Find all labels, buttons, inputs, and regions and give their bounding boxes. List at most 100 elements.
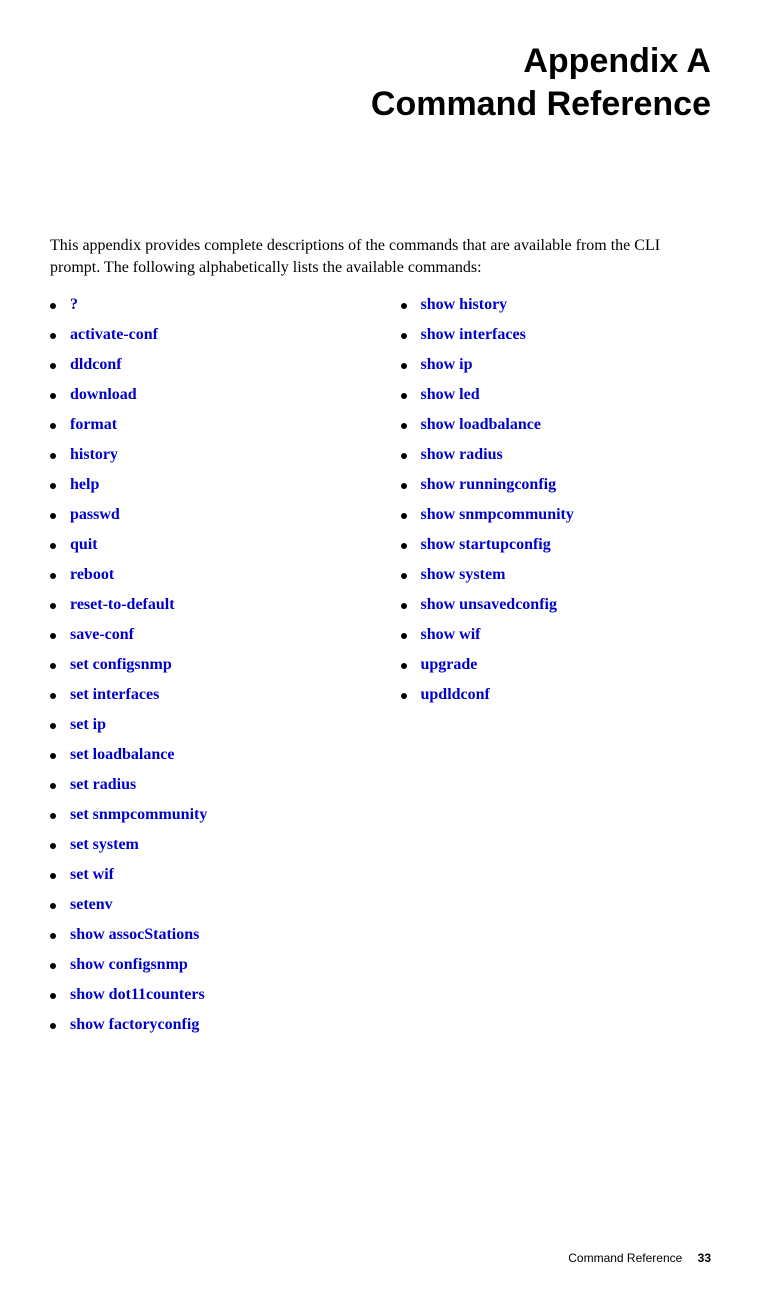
bullet-icon — [401, 633, 407, 639]
command-link[interactable]: set configsnmp — [70, 656, 172, 674]
list-item: set loadbalance — [50, 746, 361, 764]
command-link[interactable]: format — [70, 416, 117, 434]
command-link[interactable]: help — [70, 476, 99, 494]
bullet-icon — [401, 453, 407, 459]
bullet-icon — [401, 333, 407, 339]
list-item: activate-conf — [50, 326, 361, 344]
command-list-left: ? activate-conf dldconf download format histo… — [50, 296, 361, 1046]
command-link[interactable]: show ip — [421, 356, 473, 374]
command-link[interactable]: show startupconfig — [421, 536, 551, 554]
bullet-icon — [401, 543, 407, 549]
bullet-icon — [50, 513, 56, 519]
bullet-icon — [50, 573, 56, 579]
command-link[interactable]: show dot11counters — [70, 986, 205, 1004]
bullet-icon — [50, 753, 56, 759]
bullet-icon — [50, 783, 56, 789]
command-link[interactable]: upgrade — [421, 656, 478, 674]
command-link[interactable]: set radius — [70, 776, 136, 794]
list-item: download — [50, 386, 361, 404]
page-title: Appendix A Command Reference — [50, 40, 711, 125]
command-link[interactable]: set system — [70, 836, 139, 854]
command-link[interactable]: passwd — [70, 506, 120, 524]
command-link[interactable]: updldconf — [421, 686, 490, 704]
bullet-icon — [50, 933, 56, 939]
bullet-icon — [401, 603, 407, 609]
command-link[interactable]: show interfaces — [421, 326, 526, 344]
command-link[interactable]: activate-conf — [70, 326, 158, 344]
list-item: set configsnmp — [50, 656, 361, 674]
command-link[interactable]: show loadbalance — [421, 416, 541, 434]
list-item: show system — [401, 566, 712, 584]
footer-page-number: 33 — [698, 1251, 711, 1265]
command-link[interactable]: ? — [70, 296, 78, 314]
command-link[interactable]: show configsnmp — [70, 956, 188, 974]
bullet-icon — [401, 663, 407, 669]
command-link[interactable]: show radius — [421, 446, 503, 464]
bullet-icon — [50, 903, 56, 909]
list-item: show factoryconfig — [50, 1016, 361, 1034]
command-link[interactable]: show wif — [421, 626, 481, 644]
list-item: passwd — [50, 506, 361, 524]
command-link[interactable]: show factoryconfig — [70, 1016, 199, 1034]
command-link[interactable]: reset-to-default — [70, 596, 175, 614]
command-link[interactable]: show system — [421, 566, 506, 584]
bullet-icon — [50, 543, 56, 549]
bullet-icon — [50, 633, 56, 639]
command-link[interactable]: set snmpcommunity — [70, 806, 207, 824]
list-item: reset-to-default — [50, 596, 361, 614]
list-item: help — [50, 476, 361, 494]
intro-paragraph: This appendix provides complete descript… — [50, 235, 711, 278]
page-footer: Command Reference 33 — [568, 1251, 711, 1265]
command-link[interactable]: show snmpcommunity — [421, 506, 574, 524]
command-link[interactable]: set interfaces — [70, 686, 159, 704]
list-item: set system — [50, 836, 361, 854]
list-item: updldconf — [401, 686, 712, 704]
command-link[interactable]: show unsavedconfig — [421, 596, 557, 614]
command-list-right: show history show interfaces show ip show l… — [401, 296, 712, 1046]
list-item: show wif — [401, 626, 712, 644]
command-link[interactable]: download — [70, 386, 137, 404]
command-link[interactable]: show runningconfig — [421, 476, 557, 494]
bullet-icon — [50, 423, 56, 429]
list-item: show snmpcommunity — [401, 506, 712, 524]
bullet-icon — [50, 693, 56, 699]
bullet-icon — [50, 393, 56, 399]
command-link[interactable]: reboot — [70, 566, 114, 584]
command-link[interactable]: show assocStations — [70, 926, 199, 944]
bullet-icon — [401, 693, 407, 699]
command-link[interactable]: dldconf — [70, 356, 122, 374]
list-item: set interfaces — [50, 686, 361, 704]
list-item: format — [50, 416, 361, 434]
list-item: dldconf — [50, 356, 361, 374]
list-item: quit — [50, 536, 361, 554]
title-line-2: Command Reference — [50, 83, 711, 126]
command-link[interactable]: history — [70, 446, 118, 464]
bullet-icon — [50, 333, 56, 339]
command-link[interactable]: quit — [70, 536, 98, 554]
command-link[interactable]: set loadbalance — [70, 746, 174, 764]
list-item: show configsnmp — [50, 956, 361, 974]
footer-label: Command Reference — [568, 1251, 682, 1265]
list-item: ? — [50, 296, 361, 314]
command-link[interactable]: save-conf — [70, 626, 134, 644]
list-item: setenv — [50, 896, 361, 914]
command-link[interactable]: set wif — [70, 866, 114, 884]
bullet-icon — [50, 813, 56, 819]
list-item: set snmpcommunity — [50, 806, 361, 824]
bullet-icon — [401, 513, 407, 519]
list-item: show radius — [401, 446, 712, 464]
list-item: show startupconfig — [401, 536, 712, 554]
list-item: show led — [401, 386, 712, 404]
bullet-icon — [50, 303, 56, 309]
list-item: show unsavedconfig — [401, 596, 712, 614]
command-link[interactable]: show history — [421, 296, 508, 314]
list-item: show history — [401, 296, 712, 314]
bullet-icon — [50, 663, 56, 669]
command-link[interactable]: set ip — [70, 716, 106, 734]
list-item: set ip — [50, 716, 361, 734]
command-link[interactable]: show led — [421, 386, 480, 404]
bullet-icon — [401, 483, 407, 489]
bullet-icon — [50, 843, 56, 849]
bullet-icon — [50, 963, 56, 969]
command-link[interactable]: setenv — [70, 896, 113, 914]
